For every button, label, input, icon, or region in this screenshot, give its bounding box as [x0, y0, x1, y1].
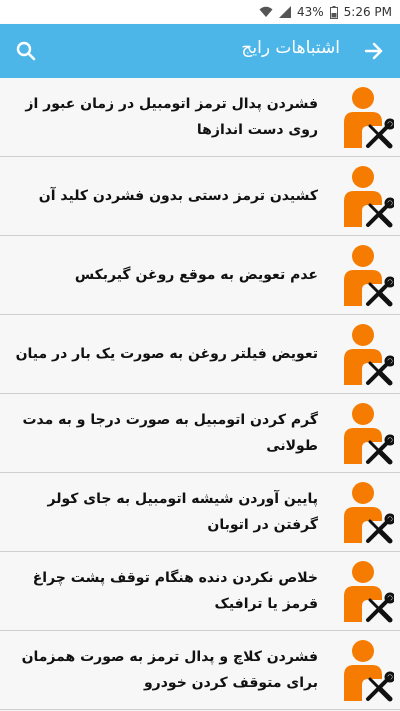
wifi-icon: [259, 6, 273, 18]
list-item-label: گرم کردن اتومبیل به صورت درجا و به مدت ط…: [22, 412, 318, 454]
list-item-label: فشردن پدال ترمز اتومبیل در زمان عبور از …: [25, 96, 318, 138]
battery-icon: [329, 5, 338, 19]
list-item-text: کشیدن ترمز دستی بدون فشردن کلید آن: [10, 157, 318, 235]
list-item[interactable]: گرم کردن اتومبیل به صورت درجا و به مدت ط…: [0, 394, 400, 473]
person-tools-icon: [334, 323, 396, 387]
mistakes-list: فشردن پدال ترمز اتومبیل در زمان عبور از …: [0, 78, 400, 710]
list-item[interactable]: تعویض فیلتر روغن به صورت یک بار در میان: [0, 315, 400, 394]
list-item-text: تعویض فیلتر روغن به صورت یک بار در میان: [10, 315, 318, 393]
app-bar: اشتباهات رایج: [0, 24, 400, 78]
list-item[interactable]: عدم تعویض به موقع روغن گیربکس: [0, 236, 400, 315]
list-item[interactable]: خلاص نکردن دنده هنگام توقف پشت چراغ قرمز…: [0, 552, 400, 631]
list-item-text: فشردن پدال ترمز اتومبیل در زمان عبور از …: [10, 78, 318, 156]
list-item-label: پایین آوردن شیشه اتومبیل به جای کولر گرف…: [47, 491, 318, 533]
back-button[interactable]: [356, 33, 392, 69]
person-tools-icon: [334, 244, 396, 308]
list-item[interactable]: فشردن کلاچ و پدال ترمز به صورت همزمان بر…: [0, 631, 400, 710]
page-title: اشتباهات رایج: [241, 38, 340, 58]
person-tools-icon: [334, 481, 396, 545]
status-bar: 43% 5:26 PM: [0, 0, 400, 24]
search-button[interactable]: [8, 33, 44, 69]
list-item-label: خلاص نکردن دنده هنگام توقف پشت چراغ قرمز…: [32, 570, 318, 612]
list-item-label: تعویض فیلتر روغن به صورت یک بار در میان: [15, 346, 318, 362]
list-item[interactable]: پایین آوردن شیشه اتومبیل به جای کولر گرف…: [0, 473, 400, 552]
list-item[interactable]: فشردن پدال ترمز اتومبیل در زمان عبور از …: [0, 78, 400, 157]
status-time: 5:26 PM: [343, 5, 392, 19]
list-item-text: عدم تعویض به موقع روغن گیربکس: [10, 236, 318, 314]
list-item-text: گرم کردن اتومبیل به صورت درجا و به مدت ط…: [10, 394, 318, 472]
list-item-text: خلاص نکردن دنده هنگام توقف پشت چراغ قرمز…: [10, 552, 318, 630]
list-item-label: فشردن کلاچ و پدال ترمز به صورت همزمان بر…: [21, 649, 318, 691]
person-tools-icon: [334, 639, 396, 703]
list-item-label: عدم تعویض به موقع روغن گیربکس: [74, 267, 318, 283]
battery-percent: 43%: [296, 5, 324, 19]
list-item-text: پایین آوردن شیشه اتومبیل به جای کولر گرف…: [10, 473, 318, 551]
person-tools-icon: [334, 86, 396, 150]
signal-icon: [278, 6, 291, 18]
list-item[interactable]: کشیدن ترمز دستی بدون فشردن کلید آن: [0, 157, 400, 236]
arrow-right-icon: [364, 42, 383, 60]
list-item-label: کشیدن ترمز دستی بدون فشردن کلید آن: [38, 188, 318, 204]
person-tools-icon: [334, 560, 396, 624]
list-item-text: فشردن کلاچ و پدال ترمز به صورت همزمان بر…: [10, 631, 318, 709]
search-icon: [16, 41, 36, 61]
person-tools-icon: [334, 165, 396, 229]
person-tools-icon: [334, 402, 396, 466]
